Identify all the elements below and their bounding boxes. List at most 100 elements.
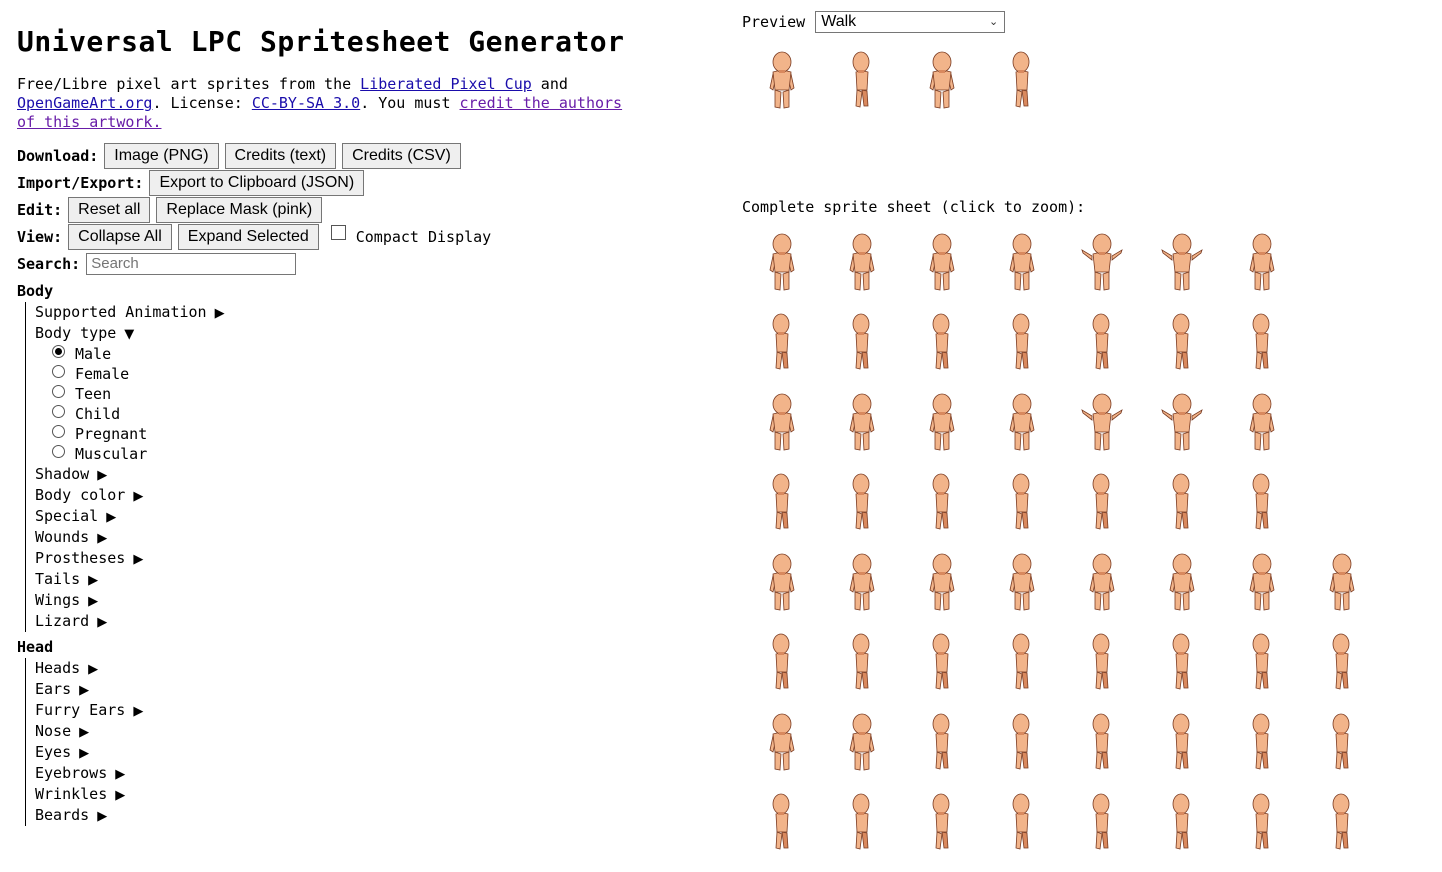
download-row: Download: Image (PNG) Credits (text) Cre…	[17, 142, 717, 169]
tree-item-lizard[interactable]: Lizard ▶	[35, 611, 717, 632]
sprite-frame	[920, 712, 964, 774]
sprite-frame	[1160, 712, 1204, 774]
download-label: Download:	[17, 146, 99, 165]
tree-item-wings[interactable]: Wings ▶	[35, 590, 717, 611]
sprite-frame	[1000, 232, 1044, 294]
sprite-frame	[1320, 712, 1364, 774]
search-input[interactable]	[86, 252, 297, 275]
tree-item-beards[interactable]: Beards ▶	[35, 805, 717, 826]
sprite-frame	[840, 792, 884, 854]
tree-item-body-type[interactable]: Body type ▼	[35, 323, 717, 344]
collapsed-triangle-icon: ▶	[97, 809, 108, 824]
sprite-frame	[1160, 312, 1204, 374]
radio-item-female[interactable]: Female	[52, 364, 717, 384]
radio-item-male[interactable]: Male	[52, 344, 717, 364]
sprite-frame	[840, 712, 884, 774]
radio-item-teen[interactable]: Teen	[52, 384, 717, 404]
radio-teen[interactable]	[52, 384, 65, 398]
sprite-frame	[1080, 792, 1124, 854]
radio-label: Female	[75, 365, 130, 383]
sprite-frame	[920, 232, 964, 294]
view-label: View:	[17, 227, 63, 246]
radio-label: Pregnant	[75, 425, 148, 443]
sprite-frame	[840, 472, 884, 534]
tree-item-label: Supported Animation	[35, 303, 207, 321]
search-label: Search:	[17, 254, 81, 273]
radio-item-child[interactable]: Child	[52, 404, 717, 424]
radio-item-muscular[interactable]: Muscular	[52, 444, 717, 464]
sprite-frame	[1080, 712, 1124, 774]
tree-item-eyebrows[interactable]: Eyebrows ▶	[35, 763, 717, 784]
sprite-frame	[920, 632, 964, 694]
preview-frame	[1000, 50, 1044, 112]
collapsed-triangle-icon: ▶	[133, 489, 144, 504]
radio-female[interactable]	[52, 364, 65, 378]
tree-item-label: Wounds	[35, 528, 90, 546]
tree-item-prostheses[interactable]: Prostheses ▶	[35, 548, 717, 569]
tree-item-shadow[interactable]: Shadow ▶	[35, 464, 717, 485]
sprite-frame	[1240, 472, 1284, 534]
tree-item-label: Beards	[35, 806, 90, 824]
tree-item-body-color[interactable]: Body color ▶	[35, 485, 717, 506]
tree-item-wrinkles[interactable]: Wrinkles ▶	[35, 784, 717, 805]
export-clipboard-button[interactable]: Export to Clipboard (JSON)	[149, 169, 365, 196]
tree-item-ears[interactable]: Ears ▶	[35, 679, 717, 700]
preview-animation-select[interactable]: Walk ⌄	[815, 11, 1006, 33]
sprite-frame	[1160, 472, 1204, 534]
tree-item-heads[interactable]: Heads ▶	[35, 658, 717, 679]
tree-item-wounds[interactable]: Wounds ▶	[35, 527, 717, 548]
collapsed-triangle-icon: ▶	[79, 683, 90, 698]
radio-child[interactable]	[52, 404, 65, 418]
preview-frame	[760, 50, 804, 112]
sprite-frame	[920, 472, 964, 534]
group-body-items: Supported Animation ▶ Body type ▼ Male Fema…	[25, 302, 717, 632]
collapsed-triangle-icon: ▶	[97, 531, 108, 546]
sprite-frame	[1320, 792, 1364, 854]
sprite-frame	[840, 232, 884, 294]
radio-pregnant[interactable]	[52, 424, 65, 438]
download-credits-csv-button[interactable]: Credits (CSV)	[342, 142, 461, 169]
tree-item-furry-ears[interactable]: Furry Ears ▶	[35, 700, 717, 721]
expand-selected-button[interactable]: Expand Selected	[177, 223, 319, 250]
page-title: Universal LPC Spritesheet Generator	[17, 25, 625, 58]
radio-male[interactable]	[52, 344, 65, 358]
tree-item-label: Lizard	[35, 612, 90, 630]
tree-item-label: Wings	[35, 591, 81, 609]
reset-all-button[interactable]: Reset all	[68, 196, 151, 223]
sprite-frame	[1080, 312, 1124, 374]
sprite-frame	[1240, 712, 1284, 774]
tree-item-supported-animation[interactable]: Supported Animation ▶	[35, 302, 717, 323]
collapse-all-button[interactable]: Collapse All	[68, 223, 172, 250]
sprite-frame	[1000, 552, 1044, 614]
sprite-sheet[interactable]	[760, 232, 1420, 872]
sprite-frame	[840, 312, 884, 374]
sprite-frame	[760, 232, 804, 294]
download-credits-text-button[interactable]: Credits (text)	[224, 142, 337, 169]
compact-display-checkbox[interactable]	[330, 225, 346, 240]
collapsed-triangle-icon: ▶	[88, 573, 99, 588]
tree-item-nose[interactable]: Nose ▶	[35, 721, 717, 742]
radio-muscular[interactable]	[52, 444, 65, 458]
replace-mask-button[interactable]: Replace Mask (pink)	[156, 196, 323, 223]
license-link[interactable]: CC-BY-SA 3.0	[252, 94, 360, 112]
tree-item-tails[interactable]: Tails ▶	[35, 569, 717, 590]
tree-item-special[interactable]: Special ▶	[35, 506, 717, 527]
group-body-title[interactable]: Body	[17, 281, 717, 302]
tree-item-label: Prostheses	[35, 549, 126, 567]
download-image-button[interactable]: Image (PNG)	[104, 142, 219, 169]
sprite-frame	[1000, 312, 1044, 374]
group-head-title[interactable]: Head	[17, 637, 717, 658]
radio-item-pregnant[interactable]: Pregnant	[52, 424, 717, 444]
opengameart-link[interactable]: OpenGameArt.org	[17, 94, 152, 112]
tree-item-label: Ears	[35, 680, 72, 698]
sprite-frame	[1080, 232, 1124, 294]
intro-text-1: Free/Libre pixel art sprites from the	[17, 75, 361, 93]
tree-item-eyes[interactable]: Eyes ▶	[35, 742, 717, 763]
sprite-frame	[1000, 392, 1044, 454]
chevron-down-icon: ⌄	[989, 16, 999, 28]
sprite-frame	[1160, 792, 1204, 854]
right-panel: Preview Walk ⌄ Complete sprite sheet (cl…	[742, 10, 1432, 850]
sprite-frame	[1240, 632, 1284, 694]
collapsed-triangle-icon: ▶	[88, 662, 99, 677]
lpc-link[interactable]: Liberated Pixel Cup	[360, 75, 532, 93]
